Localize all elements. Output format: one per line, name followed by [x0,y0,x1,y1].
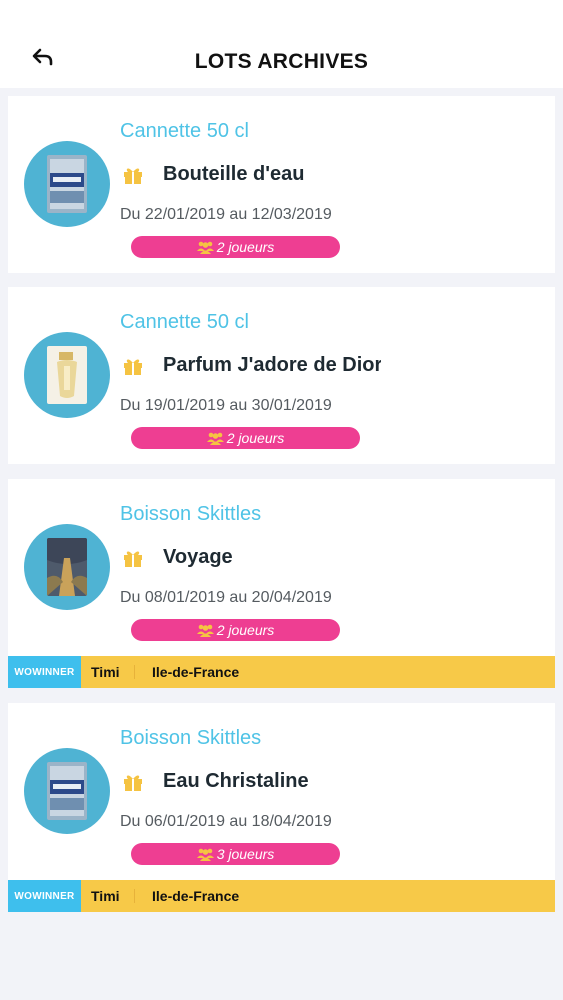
players-count: 3 joueurs [216,846,275,862]
travel-image [47,538,87,596]
lot-dates: Du 08/01/2019 au 20/04/2019 [120,589,332,606]
header-bar: LOTS ARCHIVES [0,0,563,88]
players-badge[interactable]: 2 joueurs [131,619,340,641]
winner-region: Ile-de-France [152,664,240,680]
lot-dates: Du 19/01/2019 au 30/01/2019 [120,397,332,414]
winner-region: Ile-de-France [152,888,240,904]
people-icon [196,241,214,254]
lot-avatar [24,748,110,834]
winner-bar: WOWINNER Timi Ile-de-France [8,880,555,912]
people-icon [196,848,214,861]
lot-card[interactable]: Boisson Skittles Eau Christaline Du 06/0… [8,703,555,912]
people-icon [196,624,214,637]
players-badge[interactable]: 2 joueurs [131,427,360,449]
players-count: 2 joueurs [216,622,275,638]
players-count: 2 joueurs [216,239,275,255]
lot-prize: Eau Christaline [163,770,309,792]
lot-avatar [24,141,110,227]
winner-separator [134,889,135,903]
lot-avatar [24,332,110,418]
gift-icon [124,168,142,184]
winner-bar: WOWINNER Timi Ile-de-France [8,656,555,688]
players-count: 2 joueurs [226,430,285,446]
lot-dates: Du 22/01/2019 au 12/03/2019 [120,206,332,223]
winner-tag: WOWINNER [8,656,81,688]
people-icon [206,432,224,445]
lot-prize: Voyage [163,546,233,568]
lot-prize: Parfum J'adore de Dior [163,354,381,376]
players-badge[interactable]: 2 joueurs [131,236,340,258]
lot-category: Boisson Skittles [120,503,262,525]
lot-prize: Bouteille d'eau [163,163,305,185]
lot-card[interactable]: Cannette 50 cl Parfum J'adore de Dior Du… [8,287,555,464]
lot-category: Cannette 50 cl [120,311,249,333]
lot-dates: Du 06/01/2019 au 18/04/2019 [120,813,332,830]
page-title: LOTS ARCHIVES [194,50,369,73]
water-bottle-image [47,762,87,820]
lot-category: Cannette 50 cl [120,120,249,142]
winner-name: Timi [91,888,120,904]
lot-card[interactable]: Cannette 50 cl Bouteille d'eau Du 22/01/… [8,96,555,273]
gift-icon [124,775,142,791]
lot-category: Boisson Skittles [120,727,262,749]
gift-icon [124,551,142,567]
lot-card[interactable]: Boisson Skittles Voyage Du 08/01/2019 au… [8,479,555,688]
players-badge[interactable]: 3 joueurs [131,843,340,865]
winner-name: Timi [91,664,120,680]
gift-icon [124,359,142,375]
water-bottle-image [47,155,87,213]
winner-tag: WOWINNER [8,880,81,912]
winner-separator [134,665,135,679]
perfume-image [47,346,87,404]
lot-avatar [24,524,110,610]
